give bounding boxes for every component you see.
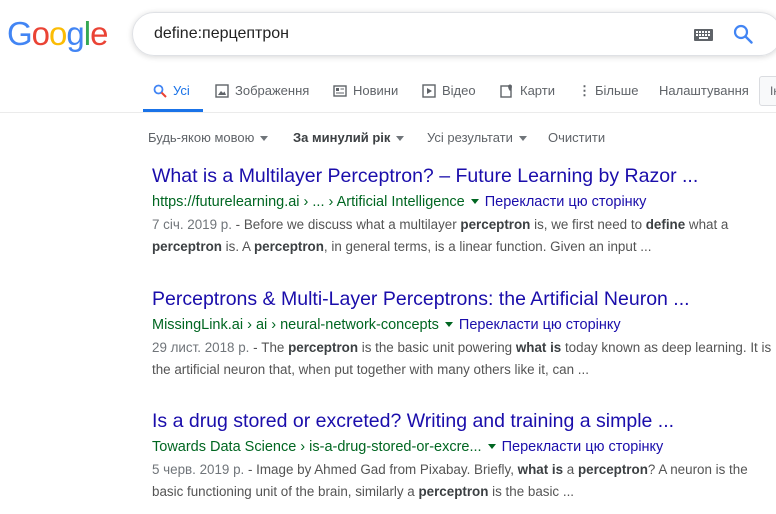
- snippet-highlight: what is: [515, 340, 562, 355]
- result-title-link[interactable]: Perceptrons & Multi-Layer Perceptrons: t…: [152, 287, 772, 311]
- search-result: Perceptrons & Multi-Layer Perceptrons: t…: [152, 287, 772, 381]
- search-input[interactable]: define:перцептрон: [154, 25, 289, 43]
- caret-down-icon: [260, 136, 269, 142]
- snippet-segment: what a: [685, 217, 729, 232]
- result-title-link[interactable]: What is a Multilayer Perceptron? – Futur…: [152, 164, 772, 188]
- period-filter[interactable]: За минулий рік: [293, 130, 405, 145]
- search-icon: [153, 84, 167, 98]
- translate-link[interactable]: Перекласти цю сторінку: [502, 439, 664, 455]
- dropdown-arrow-icon[interactable]: [487, 443, 496, 449]
- snippet-segment: , in general terms, is a linear function…: [323, 239, 652, 254]
- tab-news[interactable]: Новини: [333, 74, 398, 112]
- tab-more[interactable]: ⋮ Більше: [578, 74, 638, 112]
- language-filter[interactable]: Будь-якою мовою: [148, 130, 269, 145]
- result-snippet: 5 черв. 2019 р. - Image by Ahmed Gad fro…: [152, 459, 772, 503]
- search-result: Is a drug stored or excreted? Writing an…: [152, 409, 772, 503]
- snippet-highlight: perceptron: [253, 239, 324, 254]
- header-divider: [0, 112, 776, 113]
- tab-all[interactable]: Усі: [143, 74, 203, 112]
- tab-images[interactable]: Зображення: [215, 74, 309, 112]
- search-result: What is a Multilayer Perceptron? – Futur…: [152, 164, 772, 258]
- tools-button[interactable]: Ін: [759, 76, 776, 106]
- filter-label: Усі результати: [427, 130, 513, 145]
- search-box[interactable]: define:перцептрон: [132, 12, 776, 56]
- result-date: 5 черв. 2019 р.: [152, 462, 245, 477]
- play-icon: [422, 84, 436, 98]
- snippet-segment: - Image by Ahmed Gad from Pixabay. Brief…: [244, 462, 518, 477]
- logo-letter: G: [7, 15, 33, 52]
- snippet-segment: - Before we discuss what a multilayer: [231, 217, 461, 232]
- snippet-highlight: perceptron: [418, 484, 489, 499]
- snippet-highlight: perceptron: [152, 239, 222, 254]
- result-date: 7 січ. 2019 р.: [152, 217, 232, 232]
- result-url: MissingLink.ai › ai › neural-network-con…: [152, 315, 772, 335]
- search-tabs: Усі Зображення Новини Відео Карти ⋮ Біль…: [0, 74, 776, 112]
- news-icon: [333, 85, 347, 97]
- logo-letter: e: [90, 15, 108, 52]
- tab-label: Більше: [595, 83, 639, 98]
- caret-down-icon: [518, 136, 527, 142]
- tab-settings[interactable]: Налаштування: [659, 74, 749, 112]
- dropdown-arrow-icon[interactable]: [470, 198, 479, 204]
- translate-link[interactable]: Перекласти цю сторінку: [459, 317, 621, 333]
- result-url: https://futurelearning.ai › ... › Artifi…: [152, 192, 772, 212]
- logo-letter: g: [66, 15, 84, 52]
- filter-label: За минулий рік: [293, 130, 391, 145]
- snippet-highlight: perceptron: [577, 462, 648, 477]
- translate-link[interactable]: Перекласти цю сторінку: [485, 194, 647, 210]
- snippet-highlight: define: [645, 217, 686, 232]
- result-title-link[interactable]: Is a drug stored or excreted? Writing an…: [152, 409, 772, 433]
- result-date: 29 лист. 2018 р.: [152, 340, 250, 355]
- snippet-segment: - The: [249, 340, 289, 355]
- map-pin-icon: [500, 84, 512, 98]
- clear-filters-button[interactable]: Очистити: [548, 130, 605, 145]
- caret-down-icon: [396, 136, 405, 142]
- keyboard-icon[interactable]: [694, 29, 713, 41]
- result-snippet: 7 січ. 2019 р. - Before we discuss what …: [152, 214, 772, 258]
- tab-label: Відео: [442, 83, 476, 98]
- more-dots-icon: ⋮: [578, 83, 591, 98]
- snippet-highlight: perceptron: [288, 340, 359, 355]
- result-breadcrumb[interactable]: https://futurelearning.ai › ... › Artifi…: [152, 194, 465, 210]
- dropdown-arrow-icon[interactable]: [444, 321, 453, 327]
- logo-letter: o: [31, 15, 50, 52]
- result-snippet: 29 лист. 2018 р. - The perceptron is the…: [152, 337, 772, 381]
- tab-label: Карти: [520, 83, 555, 98]
- result-breadcrumb[interactable]: MissingLink.ai › ai › neural-network-con…: [152, 317, 439, 333]
- snippet-segment: is, we first need to: [530, 217, 646, 232]
- tab-video[interactable]: Відео: [422, 74, 476, 112]
- logo-letter: o: [49, 15, 67, 52]
- snippet-text: - Before we discuss what a multilayer pe…: [152, 217, 728, 254]
- snippet-highlight: perceptron: [460, 217, 531, 232]
- tab-label: Новини: [353, 83, 399, 98]
- google-logo[interactable]: Google: [7, 15, 108, 53]
- snippet-segment: is. A: [221, 239, 254, 254]
- result-breadcrumb[interactable]: Towards Data Science › is-a-drug-stored-…: [152, 439, 482, 455]
- tab-label: Налаштування: [659, 83, 749, 98]
- tab-label: Усі: [173, 83, 190, 98]
- search-icon[interactable]: [733, 24, 753, 44]
- snippet-segment: a: [563, 462, 578, 477]
- tab-label: Зображення: [235, 83, 310, 98]
- image-icon: [215, 84, 229, 98]
- results-filter[interactable]: Усі результати: [427, 130, 527, 145]
- snippet-segment: is the basic ...: [488, 484, 575, 499]
- tab-maps[interactable]: Карти: [500, 74, 555, 112]
- snippet-highlight: what is: [517, 462, 564, 477]
- snippet-segment: is the basic unit powering: [358, 340, 516, 355]
- filter-label: Будь-якою мовою: [148, 130, 255, 145]
- result-url: Towards Data Science › is-a-drug-stored-…: [152, 437, 772, 457]
